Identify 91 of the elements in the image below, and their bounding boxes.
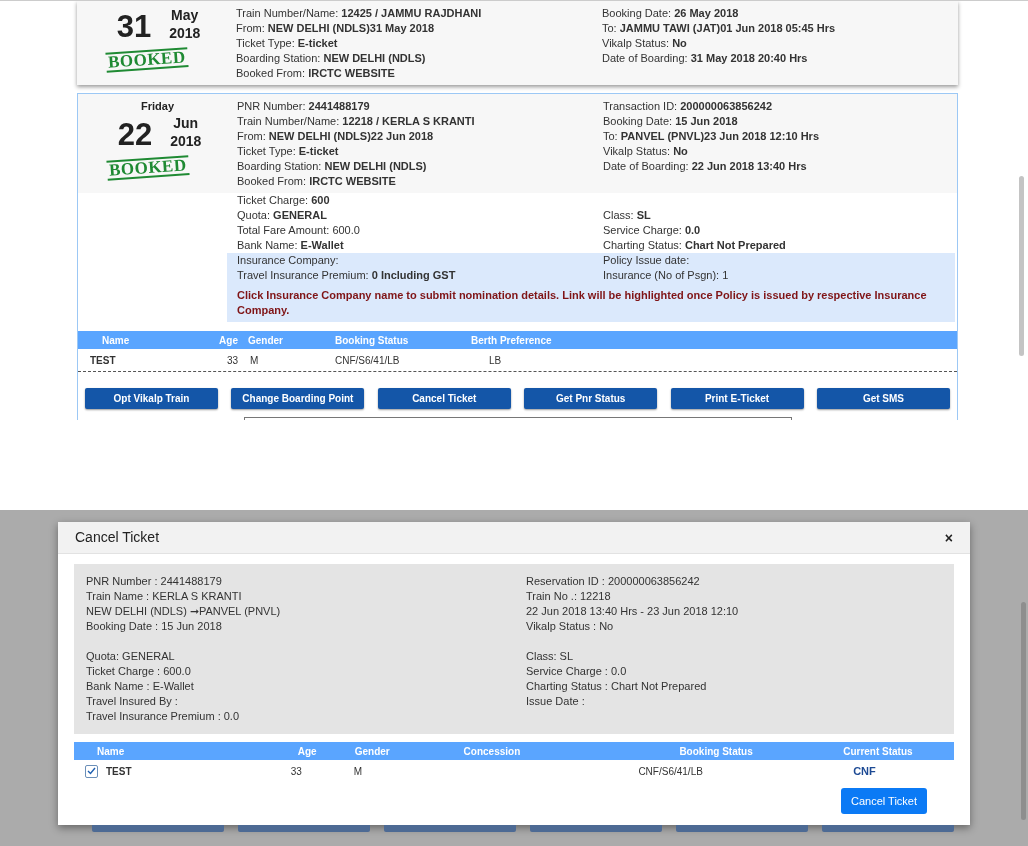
- weekday: Friday: [141, 99, 174, 114]
- info-text: Reservation ID : 200000063856242: [526, 574, 700, 589]
- detail-text: Vikalp Status: No: [602, 36, 687, 51]
- info-text: Vikalp Status : No: [526, 619, 614, 634]
- detail-text: Ticket Charge: 600: [237, 193, 330, 208]
- column-header: Name: [96, 744, 126, 759]
- detail-text: PNR Number: 2441488179: [237, 99, 370, 114]
- column-header: Concession: [462, 744, 522, 759]
- detail-text: Charting Status: Chart Not Prepared: [603, 238, 786, 253]
- checkbox[interactable]: [85, 764, 98, 778]
- table-cell-text: CNF/S6/41/LB: [637, 764, 704, 779]
- detail-text: From: NEW DELHI (NDLS)31 May 2018: [236, 21, 435, 36]
- detail-text: Date of Boarding: 22 Jun 2018 13:40 Hrs: [603, 159, 807, 174]
- table-cell-text: TEST: [89, 353, 117, 368]
- info-text: PNR Number : 2441488179: [86, 574, 222, 589]
- info-text: Bank Name : E-Wallet: [86, 679, 194, 694]
- detail-text: Transaction ID: 200000063856242: [603, 99, 772, 114]
- info-text: Travel Insurance Premium : 0.0: [86, 709, 240, 724]
- info-text: Class: SL: [526, 649, 574, 664]
- month: Jun: [173, 114, 199, 132]
- detail-text: Vikalp Status: No: [603, 144, 688, 159]
- info-text: Train Name : KERLA S KRANTI: [86, 589, 242, 604]
- info-text: NEW DELHI (NDLS) ➞PANVEL (PNVL): [86, 604, 281, 619]
- detail-text: Travel Insurance Premium: 0 Including GST: [237, 268, 456, 283]
- detail-text: Ticket Type: E-ticket: [236, 36, 338, 51]
- insurance-notice: Click Insurance Company name to submit nomination details. Link will be highlighted once Policy is issued by respective Insurance Company.: [237, 288, 928, 318]
- action-button[interactable]: Opt Vikalp Train: [85, 388, 218, 409]
- close-button[interactable]: ×: [944, 530, 953, 545]
- detail-text: Train Number/Name: 12425 / JAMMU RAJDHANI: [236, 6, 482, 21]
- info-text: Charting Status : Chart Not Prepared: [526, 679, 707, 694]
- action-button[interactable]: Get Pnr Status: [524, 388, 658, 409]
- detail-text: Class: SL: [603, 208, 651, 223]
- detail-text: Train Number/Name: 12218 / KERLA S KRANTI: [237, 114, 475, 129]
- detail-text: Policy Issue date:: [603, 253, 690, 268]
- detail-text: Booking Date: 26 May 2018: [602, 6, 739, 21]
- table-cell-text: LB: [488, 353, 503, 368]
- info-text: Issue Date :: [526, 694, 585, 709]
- detail-text: Date of Boarding: 31 May 2018 20:40 Hrs: [602, 51, 808, 66]
- table-cell-text: M: [352, 764, 364, 779]
- detail-text: Total Fare Amount: 600.0: [237, 223, 360, 238]
- cancel-ticket-button[interactable]: Cancel Ticket: [840, 788, 927, 814]
- info-text: 22 Jun 2018 13:40 Hrs - 23 Jun 2018 12:10: [526, 604, 739, 619]
- action-button[interactable]: Cancel Ticket: [377, 388, 511, 409]
- detail-text: Insurance Company:: [237, 253, 339, 268]
- detail-text: Boarding Station: NEW DELHI (NDLS): [236, 51, 426, 66]
- day-number: 31: [116, 10, 152, 44]
- info-text: Ticket Charge : 600.0: [86, 664, 191, 679]
- detail-text: From: NEW DELHI (NDLS)22 Jun 2018: [237, 129, 434, 144]
- column-header: Age: [218, 333, 238, 348]
- booked-stamp: BOOKED: [105, 47, 188, 73]
- table-cell-text: M: [249, 353, 260, 368]
- info-text: Service Charge : 0.0: [526, 664, 627, 679]
- detail-text: Quota: GENERAL: [237, 208, 327, 223]
- month: May: [171, 6, 199, 24]
- detail-text: To: PANVEL (PNVL)23 Jun 2018 12:10 Hrs: [603, 129, 820, 144]
- info-text: Quota: GENERAL: [86, 649, 175, 664]
- scrollbar[interactable]: [1021, 602, 1026, 820]
- table-cell-text: CNF: [852, 763, 877, 779]
- column-header: Current Status: [843, 744, 914, 759]
- column-header: Berth Preference: [470, 333, 553, 348]
- column-header: Gender: [247, 333, 284, 348]
- detail-text: Booked From: IRCTC WEBSITE: [237, 174, 396, 189]
- day-number: 22: [117, 118, 153, 152]
- detail-text: Insurance (No of Psgn): 1: [603, 268, 729, 283]
- info-text: Booking Date : 15 Jun 2018: [86, 619, 222, 634]
- info-text: Travel Insured By :: [86, 694, 178, 709]
- info-text: Train No .: 12218: [526, 589, 611, 604]
- action-button[interactable]: Print E-Ticket: [670, 388, 804, 409]
- detail-text: Service Charge: 0.0: [603, 223, 701, 238]
- detail-text: To: JAMMU TAWI (JAT)01 Jun 2018 05:45 Hrs: [602, 21, 836, 36]
- column-header: Gender: [353, 744, 391, 759]
- column-header: Name: [101, 333, 131, 348]
- column-header: Booking Status: [334, 333, 410, 348]
- year: 2018: [169, 24, 201, 42]
- table-cell-text: 33: [225, 353, 238, 368]
- detail-text: Ticket Type: E-ticket: [237, 144, 339, 159]
- table-cell-text: CNF/S6/41/LB: [334, 353, 401, 368]
- action-button[interactable]: Change Boarding Point: [231, 388, 365, 409]
- table-cell-text: TEST: [106, 764, 132, 779]
- booked-stamp: BOOKED: [106, 155, 189, 181]
- dialog-title: Cancel Ticket: [75, 528, 160, 547]
- action-button[interactable]: Get SMS: [816, 388, 950, 409]
- detail-text: Boarding Station: NEW DELHI (NDLS): [237, 159, 427, 174]
- table-cell-text: 33: [289, 764, 303, 779]
- detail-text: Booked From: IRCTC WEBSITE: [236, 66, 395, 81]
- column-header: Age: [296, 744, 318, 759]
- year: 2018: [170, 132, 202, 150]
- scrollbar[interactable]: [1019, 176, 1024, 356]
- column-header: Booking Status: [678, 744, 754, 759]
- detail-text: Booking Date: 15 Jun 2018: [603, 114, 738, 129]
- detail-text: Bank Name: E-Wallet: [237, 238, 344, 253]
